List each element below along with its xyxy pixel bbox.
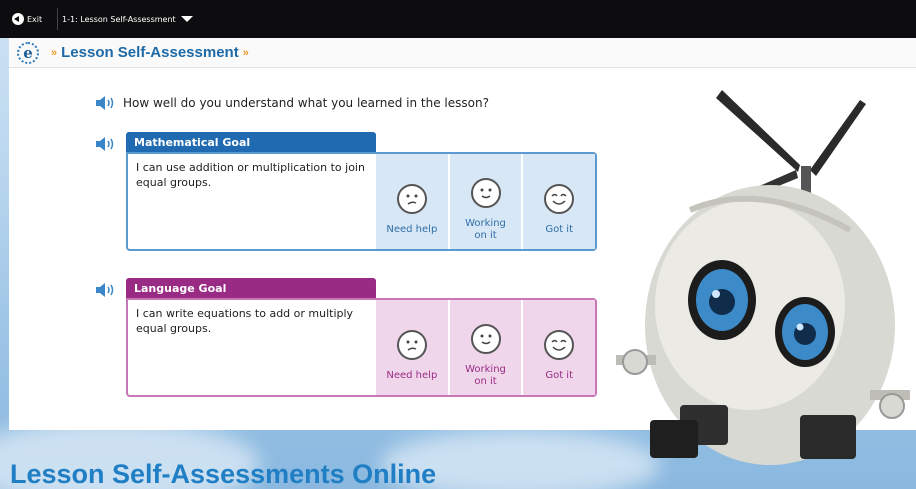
rating-label: Need help	[386, 223, 438, 235]
rating-label: Working on it	[465, 217, 506, 241]
lesson-dropdown[interactable]: 1-1: Lesson Self-Assessment	[62, 10, 193, 28]
math-goal-box: I can use addition or multiplication to …	[126, 152, 597, 251]
rating-need-help[interactable]: Need help	[374, 154, 448, 249]
language-goal-text: I can write equations to add or multiply…	[136, 307, 354, 335]
panel-header: e » Lesson Self-Assessment »	[9, 38, 916, 68]
rating-label: Got it	[545, 369, 574, 381]
rating-got-it[interactable]: Got it	[521, 154, 596, 249]
face-got-it-icon	[544, 183, 575, 214]
rating-got-it[interactable]: Got it	[521, 300, 596, 395]
rating-working[interactable]: Working on it	[447, 300, 522, 395]
caption: Lesson Self-Assessments Online	[10, 459, 437, 489]
face-working-icon	[470, 323, 501, 354]
language-goal-box: I can write equations to add or multiply…	[126, 298, 597, 397]
face-need-help-icon	[396, 183, 427, 214]
robot-mascot	[610, 70, 916, 489]
exit-button[interactable]: Exit	[12, 10, 42, 28]
speaker-icon[interactable]	[95, 282, 117, 298]
rating-label: Working on it	[465, 363, 506, 387]
math-goal-title: Mathematical Goal	[126, 132, 376, 153]
exit-label: Exit	[27, 14, 43, 24]
back-arrow-icon	[12, 13, 24, 25]
rating-working[interactable]: Working on it	[447, 154, 522, 249]
divider	[57, 8, 58, 30]
face-got-it-icon	[544, 329, 575, 360]
rating-label: Got it	[545, 223, 574, 235]
e-logo-icon: e	[17, 42, 39, 64]
question-row: How well do you understand what you lear…	[95, 95, 489, 111]
chevron-down-icon	[180, 16, 193, 22]
rating-label: Need help	[386, 369, 438, 381]
face-need-help-icon	[396, 329, 427, 360]
speaker-icon[interactable]	[95, 136, 117, 152]
chevron-right-icon: »	[242, 46, 249, 59]
face-working-icon	[470, 177, 501, 208]
page-title-text: Lesson Self-Assessment	[61, 44, 239, 61]
speaker-icon[interactable]	[95, 95, 117, 111]
rating-need-help[interactable]: Need help	[374, 300, 448, 395]
question-text: How well do you understand what you lear…	[123, 96, 489, 110]
top-bar: Exit 1-1: Lesson Self-Assessment	[0, 0, 916, 38]
language-goal-title: Language Goal	[126, 278, 376, 299]
chevron-right-icon: »	[51, 46, 58, 59]
math-goal-text: I can use addition or multiplication to …	[136, 161, 365, 189]
page-title: » Lesson Self-Assessment »	[51, 44, 249, 61]
lesson-dropdown-label: 1-1: Lesson Self-Assessment	[62, 14, 176, 24]
